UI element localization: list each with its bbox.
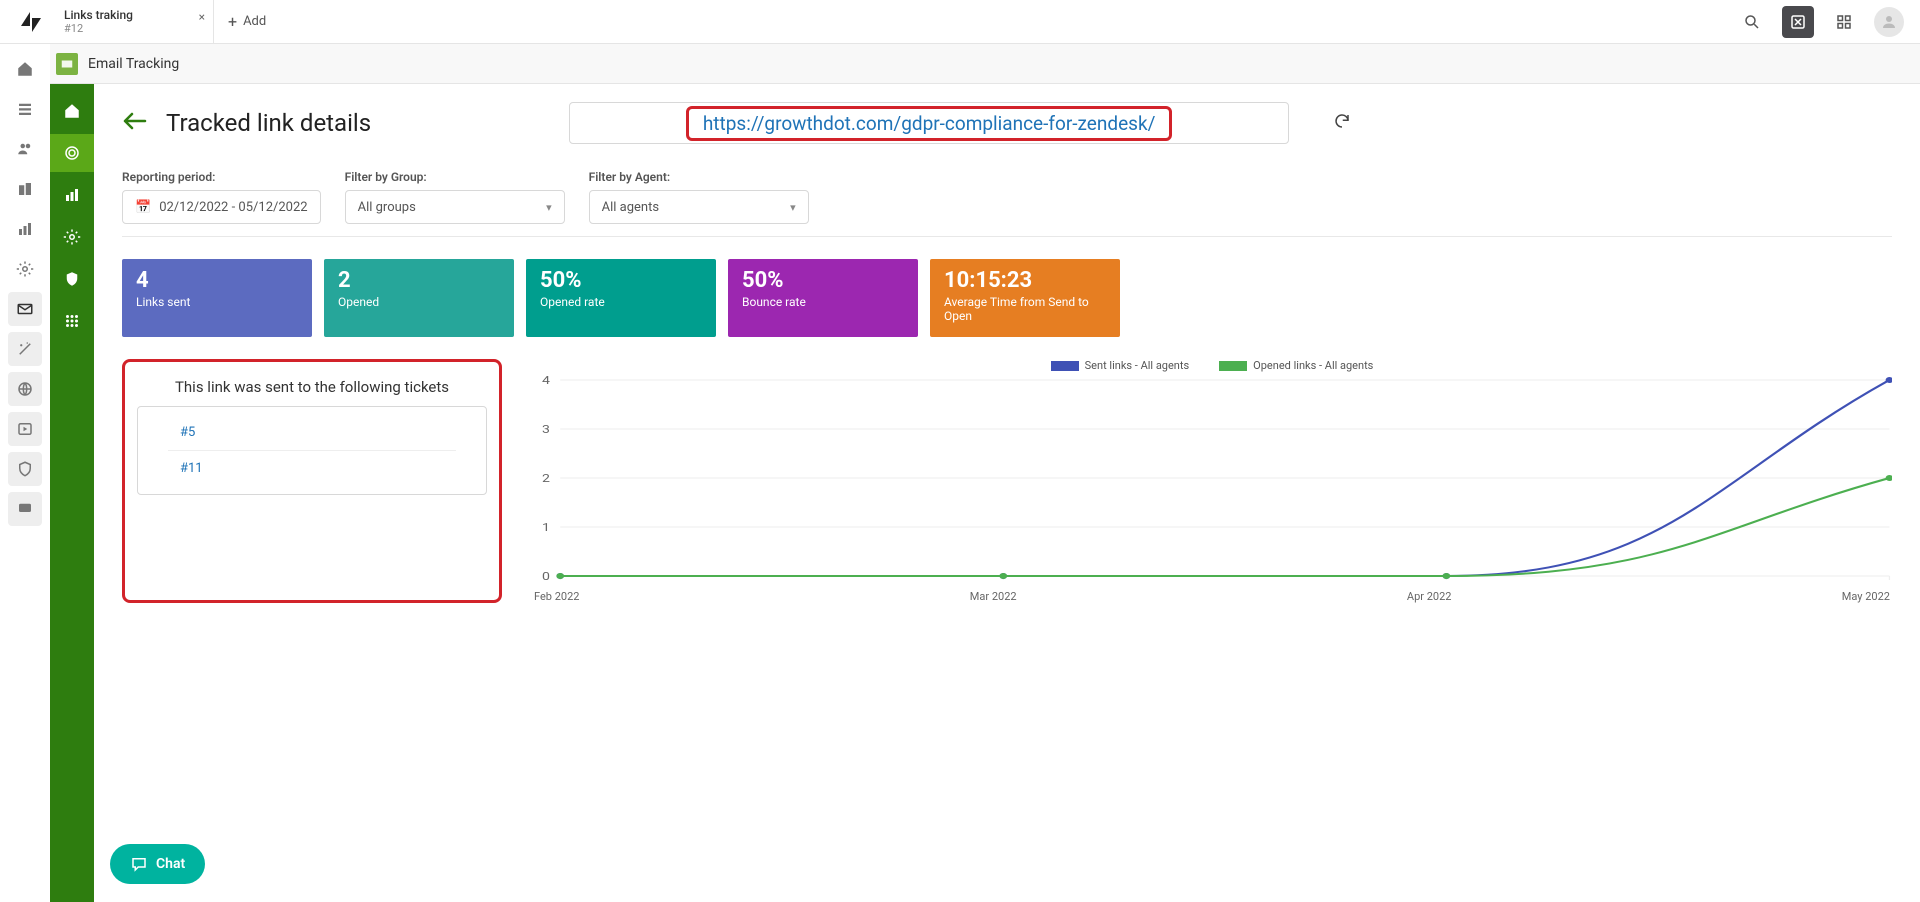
calendar-icon: 📅	[135, 200, 151, 215]
group-select[interactable]: All groups ▾	[345, 190, 565, 224]
tracked-url-box: https://growthdot.com/gdpr-compliance-fo…	[569, 102, 1289, 144]
svg-text:3: 3	[542, 423, 550, 436]
stat-card: 10:15:23Average Time from Send to Open	[930, 259, 1120, 337]
filters-row: Reporting period: 📅02/12/2022 - 05/12/20…	[122, 170, 1892, 224]
zendesk-products-icon[interactable]	[1782, 6, 1814, 38]
stat-label: Opened	[338, 295, 500, 309]
stat-card: 4 Links sent	[122, 259, 312, 337]
email-nav-icon[interactable]	[8, 292, 42, 326]
tickets-list: #5#11	[137, 406, 487, 495]
agent-select[interactable]: All agents ▾	[589, 190, 809, 224]
url-highlight: https://growthdot.com/gdpr-compliance-fo…	[686, 106, 1173, 141]
home-icon[interactable]	[8, 52, 42, 86]
x-tick-label: May 2022	[1842, 590, 1890, 603]
top-bar: Links traking #12 × + Add	[0, 0, 1920, 44]
x-tick-label: Feb 2022	[534, 590, 579, 603]
plus-icon: +	[228, 12, 237, 31]
search-icon[interactable]	[1736, 6, 1768, 38]
chart-legend: Sent links - All agents Opened links - A…	[532, 359, 1892, 372]
chat-button[interactable]: Chat	[110, 844, 205, 884]
views-icon[interactable]	[8, 92, 42, 126]
close-icon[interactable]: ×	[199, 10, 205, 24]
swatch-green	[1219, 361, 1247, 371]
stat-value: 2	[338, 269, 500, 293]
nav-home-icon[interactable]	[50, 92, 94, 130]
zendesk-logo-icon[interactable]	[18, 9, 44, 35]
svg-text:2: 2	[542, 472, 550, 485]
group-filter-label: Filter by Group:	[345, 170, 565, 184]
legend-opened[interactable]: Opened links - All agents	[1219, 359, 1373, 372]
app-nav-rail	[50, 84, 94, 902]
stat-value: 10:15:23	[944, 269, 1106, 293]
stat-card: 2 Opened	[324, 259, 514, 337]
app-logo-icon	[56, 53, 78, 75]
nav-security-icon[interactable]	[50, 260, 94, 298]
svg-text:0: 0	[542, 570, 550, 583]
chat-nav-icon[interactable]	[8, 492, 42, 526]
x-tick-label: Mar 2022	[970, 590, 1017, 603]
divider	[122, 236, 1892, 237]
svg-text:1: 1	[542, 521, 550, 534]
zendesk-nav-rail	[0, 44, 50, 902]
magic-icon[interactable]	[8, 332, 42, 366]
chart-area: Sent links - All agents Opened links - A…	[532, 359, 1892, 603]
agent-filter-label: Filter by Agent:	[589, 170, 809, 184]
user-avatar[interactable]	[1874, 7, 1904, 37]
reporting-icon[interactable]	[8, 212, 42, 246]
line-chart: 0 1 2 3 4	[532, 376, 1892, 586]
customers-icon[interactable]	[8, 132, 42, 166]
x-tick-label: Apr 2022	[1407, 590, 1452, 603]
stat-label: Average Time from Send to Open	[944, 295, 1106, 323]
stat-label: Bounce rate	[742, 295, 904, 309]
page-title: Tracked link details	[166, 109, 371, 137]
nav-settings-icon[interactable]	[50, 218, 94, 256]
add-label: Add	[243, 14, 266, 29]
stat-card: 50% Bounce rate	[728, 259, 918, 337]
chevron-down-icon: ▾	[790, 201, 796, 214]
add-tab-button[interactable]: + Add	[214, 0, 280, 44]
admin-icon[interactable]	[8, 252, 42, 286]
stats-row: 4 Links sent 2 Opened 50% Opened rate 50% Bounc…	[122, 259, 1892, 337]
app-header: Email Tracking	[0, 44, 1920, 84]
apps-grid-icon[interactable]	[1828, 6, 1860, 38]
tab-title: Links traking	[64, 8, 133, 22]
tickets-title: This link was sent to the following tick…	[137, 378, 487, 396]
chart-xlabels: Feb 2022 Mar 2022 Apr 2022 May 2022	[532, 586, 1892, 603]
period-picker[interactable]: 📅02/12/2022 - 05/12/2022	[122, 190, 321, 224]
stat-label: Opened rate	[540, 295, 702, 309]
svg-text:4: 4	[542, 376, 550, 387]
main-content: Tracked link details https://growthdot.c…	[94, 84, 1920, 902]
nav-apps-icon[interactable]	[50, 302, 94, 340]
ticket-link[interactable]: #5	[168, 415, 456, 451]
legend-sent[interactable]: Sent links - All agents	[1051, 359, 1190, 372]
stat-label: Links sent	[136, 295, 298, 309]
ticket-link[interactable]: #11	[168, 451, 456, 486]
organizations-icon[interactable]	[8, 172, 42, 206]
tracked-url[interactable]: https://growthdot.com/gdpr-compliance-fo…	[703, 112, 1156, 135]
chevron-down-icon: ▾	[546, 201, 552, 214]
period-label: Reporting period:	[122, 170, 321, 184]
tab-subtitle: #12	[64, 22, 133, 35]
shield-icon[interactable]	[8, 452, 42, 486]
stat-value: 4	[136, 269, 298, 293]
swatch-blue	[1051, 361, 1079, 371]
ticket-tab[interactable]: Links traking #12 ×	[54, 0, 214, 44]
nav-stats-icon[interactable]	[50, 176, 94, 214]
refresh-icon[interactable]	[1333, 112, 1351, 135]
app-header-title: Email Tracking	[88, 56, 179, 72]
stat-card: 50% Opened rate	[526, 259, 716, 337]
back-arrow-icon[interactable]	[122, 111, 148, 136]
nav-tracking-icon[interactable]	[50, 134, 94, 172]
chat-label: Chat	[156, 856, 185, 872]
stat-value: 50%	[540, 269, 702, 293]
globe-icon[interactable]	[8, 372, 42, 406]
play-icon[interactable]	[8, 412, 42, 446]
tickets-panel: This link was sent to the following tick…	[122, 359, 502, 603]
stat-value: 50%	[742, 269, 904, 293]
